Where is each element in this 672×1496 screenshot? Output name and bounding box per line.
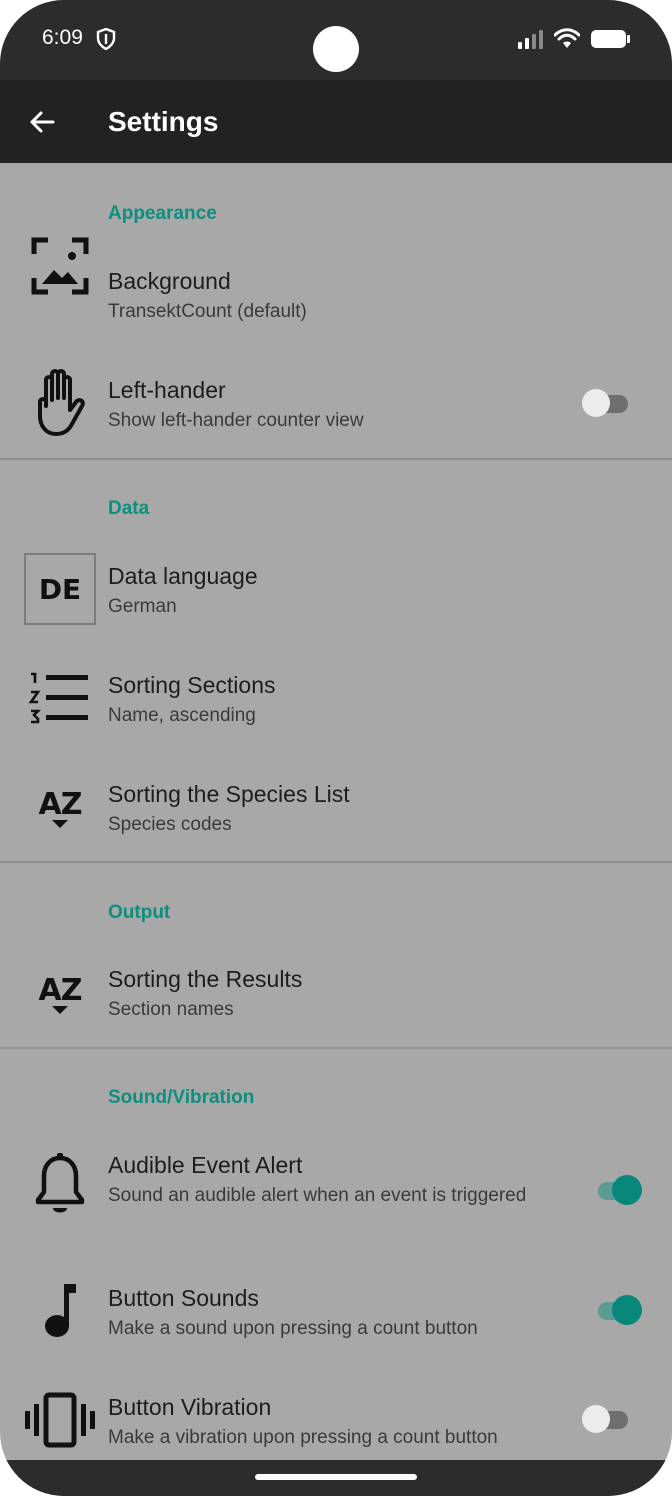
status-time: 6:09: [42, 26, 83, 49]
switch-thumb: [582, 389, 610, 417]
signal-icon: [518, 30, 543, 49]
sort-az-icon: AZ: [24, 773, 96, 845]
divider: [0, 861, 672, 863]
button-sounds-switch[interactable]: [594, 1291, 644, 1331]
bell-icon: [24, 1148, 96, 1220]
section-header-appearance: Appearance: [108, 203, 217, 224]
divider: [0, 458, 672, 460]
audible-alert-switch[interactable]: [594, 1171, 644, 1211]
sort-az-label: AZ: [38, 973, 83, 1008]
language-code: DE: [38, 572, 82, 606]
shield-icon: [96, 28, 116, 50]
switch-thumb: [582, 1405, 610, 1433]
front-camera: [313, 26, 359, 72]
status-icons: [518, 28, 632, 50]
setting-summary: Make a vibration upon pressing a count b…: [108, 1427, 498, 1448]
status-bar: 6:09: [0, 0, 672, 80]
setting-summary: Show left-hander counter view: [108, 410, 364, 431]
setting-summary: Name, ascending: [108, 705, 256, 726]
setting-title: Data language: [108, 563, 258, 589]
back-arrow-icon[interactable]: [26, 106, 58, 138]
button-vibration-switch[interactable]: [582, 1400, 632, 1440]
home-gesture-handle[interactable]: [255, 1474, 417, 1480]
caret-down-icon: [52, 1006, 68, 1014]
section-header-output: Output: [108, 902, 171, 923]
battery-icon: [591, 30, 630, 48]
setting-title: Left-hander: [108, 377, 226, 403]
setting-summary: Sound an audible alert when an event is …: [108, 1185, 527, 1206]
vibration-icon: [24, 1384, 96, 1456]
section-header-data: Data: [108, 498, 150, 519]
setting-title: Background: [108, 268, 231, 294]
setting-summary: Section names: [108, 999, 234, 1020]
switch-thumb: [612, 1175, 642, 1205]
numbered-list-icon: [24, 662, 96, 734]
music-note-icon: [24, 1274, 96, 1346]
app-bar: Settings: [0, 80, 672, 163]
setting-title: Audible Event Alert: [108, 1152, 303, 1178]
language-de-icon: DE: [24, 553, 96, 625]
setting-summary: Make a sound upon pressing a count butto…: [108, 1318, 478, 1339]
setting-title: Sorting the Results: [108, 966, 303, 992]
wifi-icon: [554, 28, 580, 48]
wallpaper-icon: [24, 230, 96, 302]
setting-title: Button Vibration: [108, 1394, 272, 1420]
switch-thumb: [612, 1295, 642, 1325]
setting-title: Sorting the Species List: [108, 781, 350, 807]
navigation-bar: [0, 1460, 672, 1496]
section-header-sound: Sound/Vibration: [108, 1087, 255, 1108]
phone-screen: 6:09 Settings Appearance Background Tran…: [0, 0, 672, 1496]
setting-summary: Species codes: [108, 814, 232, 835]
left-hander-switch[interactable]: [582, 384, 632, 424]
setting-title: Sorting Sections: [108, 672, 276, 698]
sort-az-icon: AZ: [24, 959, 96, 1031]
caret-down-icon: [52, 820, 68, 828]
sort-az-label: AZ: [38, 787, 83, 822]
setting-summary: TransektCount (default): [108, 301, 307, 322]
hand-icon: [24, 366, 96, 438]
page-title: Settings: [108, 106, 219, 137]
setting-summary: German: [108, 596, 177, 617]
setting-title: Button Sounds: [108, 1285, 259, 1311]
divider: [0, 1047, 672, 1049]
